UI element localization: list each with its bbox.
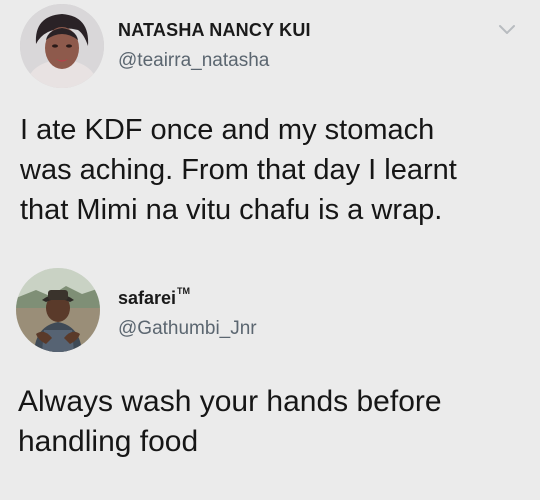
display-name[interactable]: NATASHA NANCY KUI bbox=[118, 20, 311, 41]
tweet-text: I ate KDF once and my stomach was aching… bbox=[20, 114, 457, 226]
avatar[interactable] bbox=[16, 268, 100, 352]
tweet-original[interactable]: NATASHA NANCY KUI @teairra_natasha I ate… bbox=[0, 0, 540, 262]
avatar-photo bbox=[16, 268, 100, 352]
tweet-text: Always wash your hands before handling f… bbox=[18, 385, 442, 458]
display-name-text[interactable]: safarei bbox=[118, 288, 176, 308]
trademark-badge: TM bbox=[177, 286, 191, 296]
user-handle[interactable]: @teairra_natasha bbox=[118, 50, 269, 72]
avatar-photo bbox=[20, 4, 104, 88]
chevron-down-icon[interactable] bbox=[498, 24, 516, 36]
user-handle[interactable]: @Gathumbi_Jnr bbox=[118, 318, 257, 340]
display-name[interactable]: safareiTM bbox=[118, 286, 191, 309]
tweet-reply[interactable]: safareiTM @Gathumbi_Jnr Always wash your… bbox=[0, 262, 540, 500]
avatar[interactable] bbox=[20, 4, 104, 88]
